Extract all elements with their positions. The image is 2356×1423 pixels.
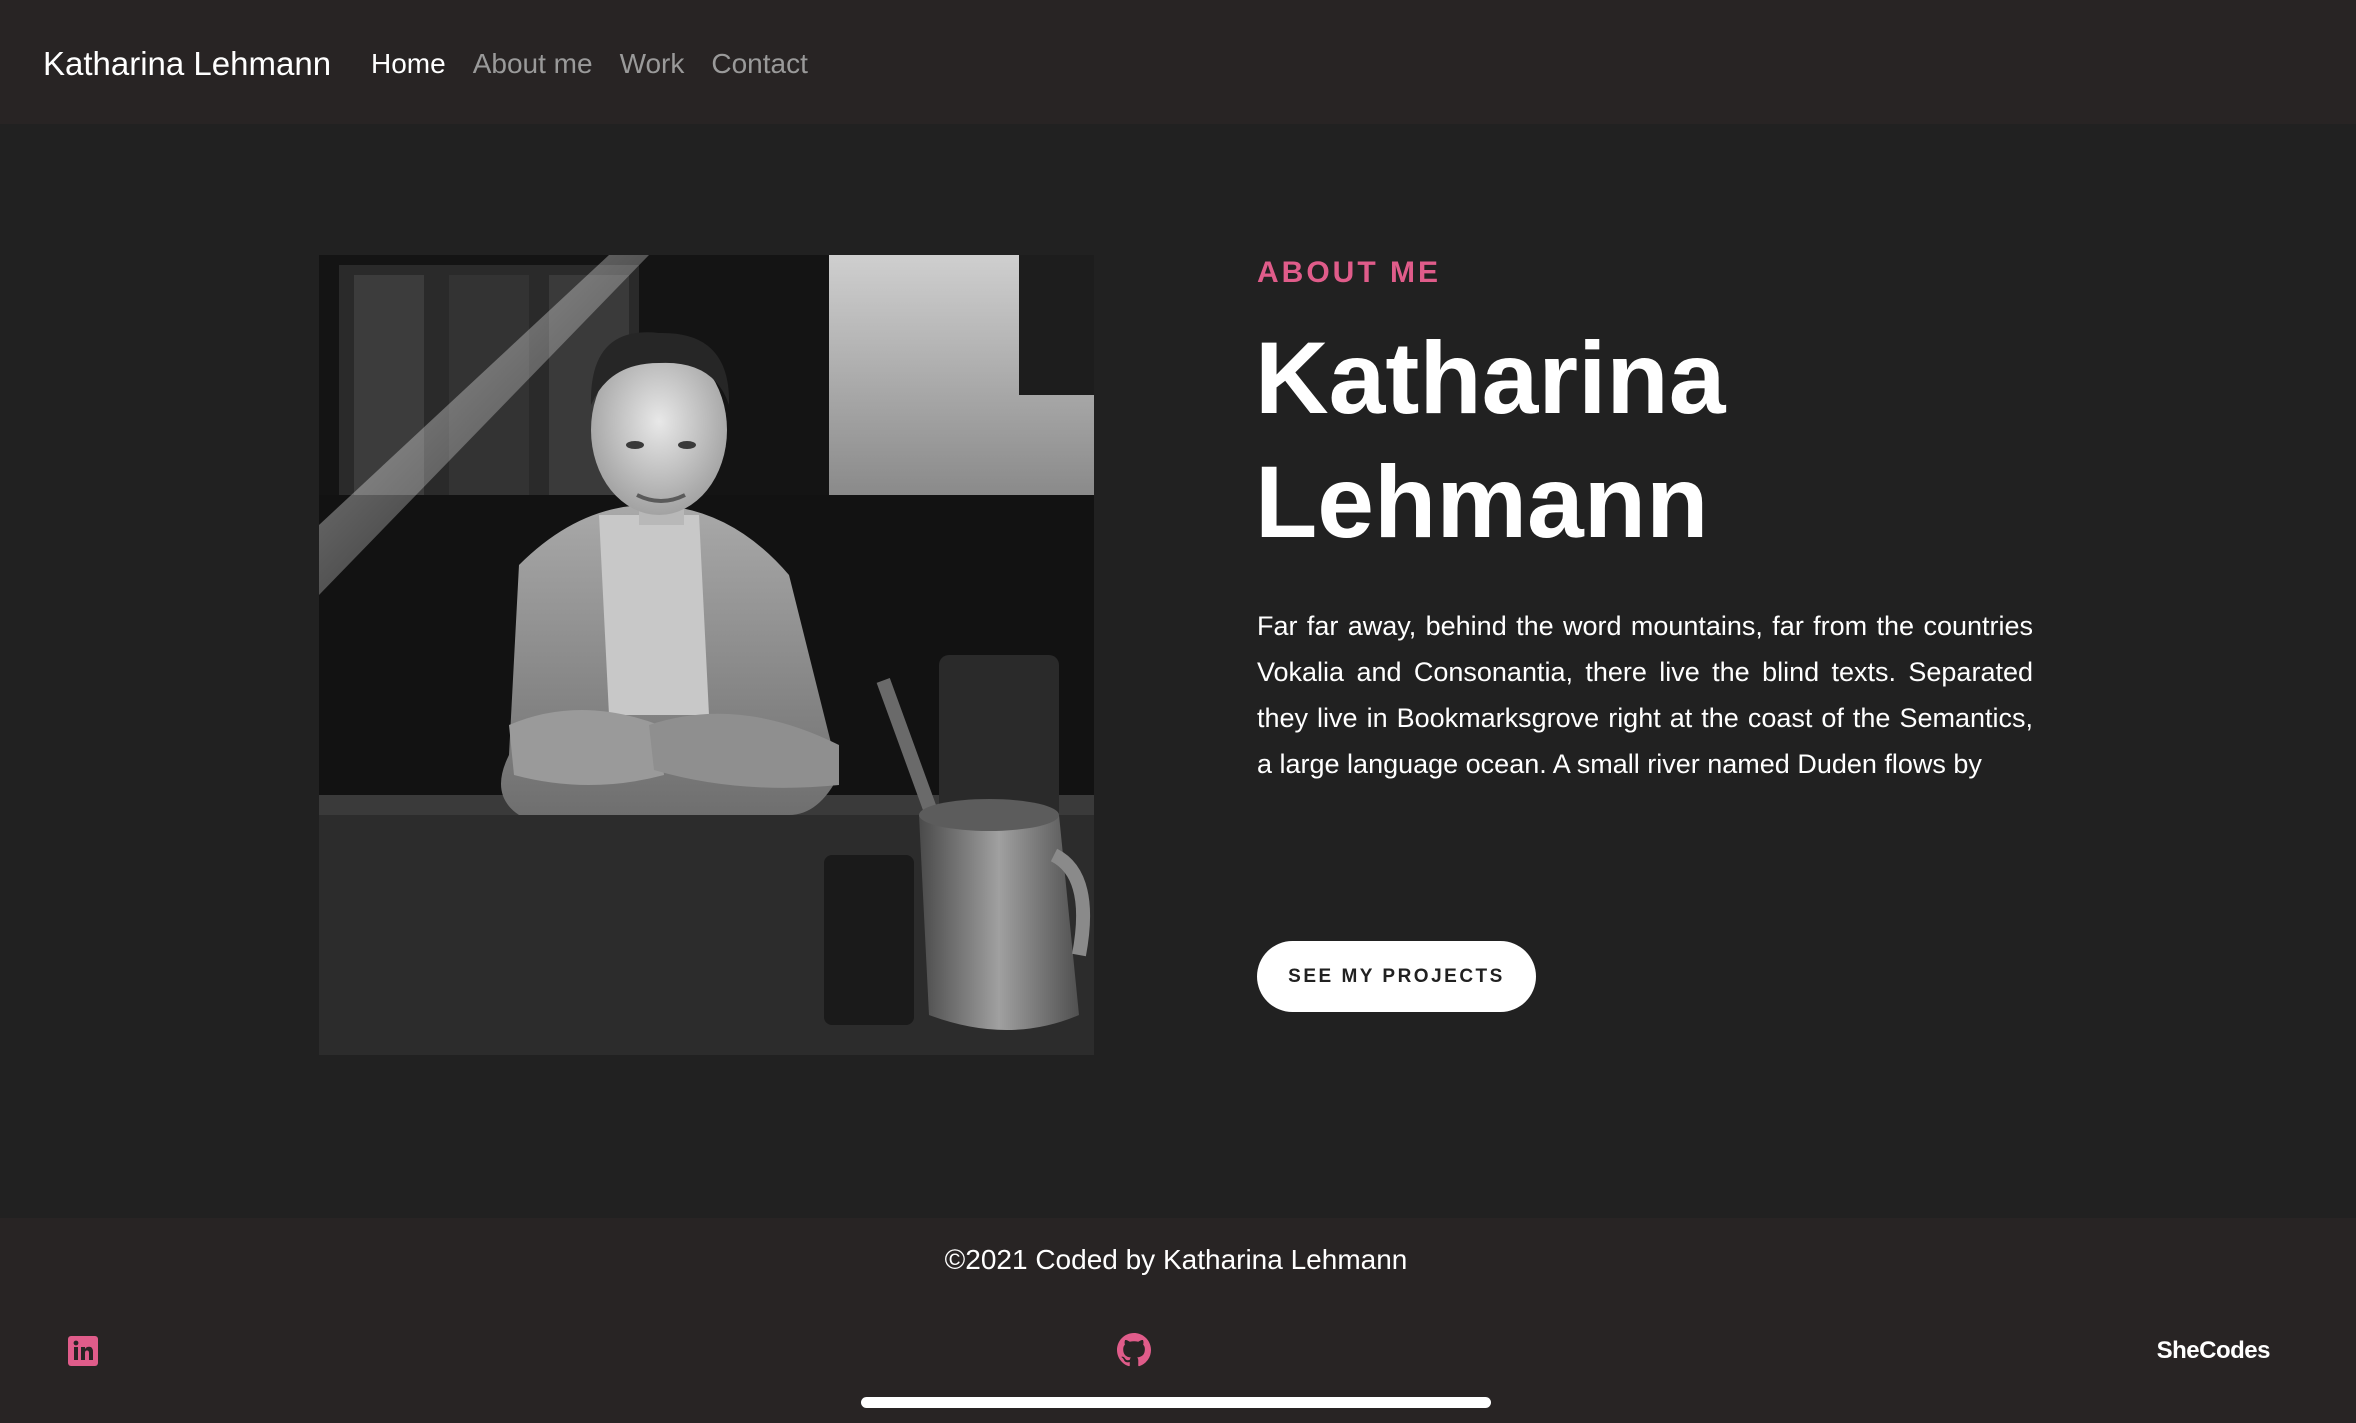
nav-link-work[interactable]: Work (620, 44, 685, 84)
hero-name-first: Katharina (1255, 321, 1726, 435)
footer: ©2021 Coded by Katharina Lehmann SheCode… (0, 1218, 2356, 1423)
nav-link-contact[interactable]: Contact (711, 44, 808, 84)
brand-name[interactable]: Katharina Lehmann (43, 44, 331, 84)
main-nav: Home About me Work Contact (371, 44, 808, 84)
top-navbar: Katharina Lehmann Home About me Work Con… (0, 0, 2356, 124)
github-icon (1117, 1333, 1151, 1367)
bio-paragraph: Far far away, behind the word mountains,… (1257, 611, 2033, 779)
shecodes-logo-link[interactable]: SheCodes (2140, 1334, 2271, 1368)
hero-name-last: Lehmann (1255, 445, 1709, 559)
profile-photo (319, 255, 1094, 1055)
see-my-projects-button[interactable]: SEE MY PROJECTS (1257, 941, 1536, 1012)
linkedin-link[interactable] (68, 1336, 98, 1366)
home-indicator (861, 1397, 1491, 1408)
hero-name-heading: Katharina Lehmann (1255, 316, 2055, 564)
github-link[interactable] (1117, 1333, 1151, 1367)
nav-link-about-me[interactable]: About me (473, 44, 593, 84)
nav-link-home[interactable]: Home (371, 44, 446, 84)
linkedin-icon (68, 1336, 98, 1366)
profile-photo-illustration (319, 255, 1094, 1055)
about-me-eyebrow: ABOUT ME (1257, 256, 1441, 289)
copyright-text: ©2021 Coded by Katharina Lehmann (944, 1244, 1408, 1275)
